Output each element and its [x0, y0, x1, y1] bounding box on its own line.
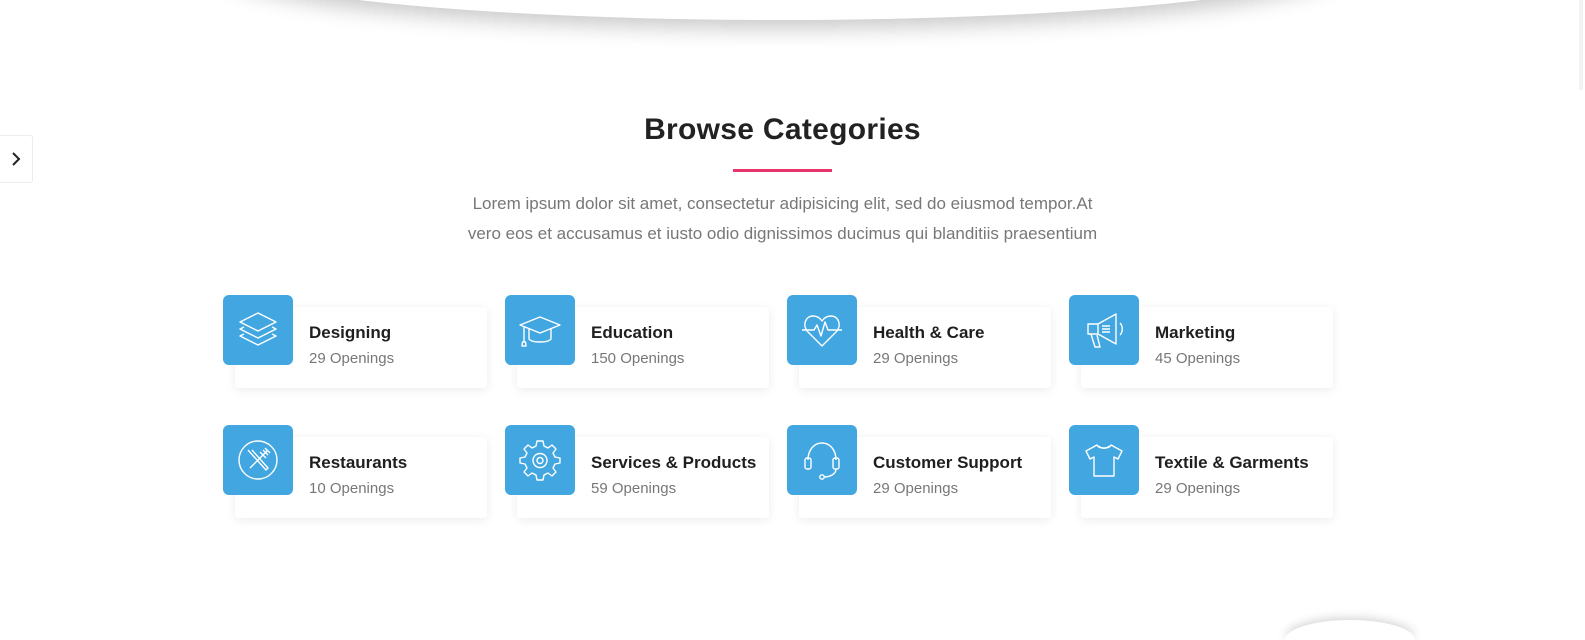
category-openings: 59 Openings [591, 480, 677, 497]
category-card-restaurants[interactable]: Restaurants 10 Openings [223, 425, 488, 523]
category-icon-box [505, 425, 575, 495]
category-title: Health & Care [873, 323, 985, 342]
heart-pulse-icon [802, 315, 842, 347]
category-openings: 150 Openings [591, 350, 685, 367]
header-bottom-shadow [215, 0, 1345, 20]
graduation-cap-icon [519, 316, 561, 347]
category-title: Marketing [1155, 323, 1236, 342]
category-card-health-care[interactable]: Health & Care 29 Openings [787, 295, 1052, 393]
category-openings: 45 Openings [1155, 350, 1241, 367]
category-card-services-products[interactable]: Services & Products 59 Openings [505, 425, 770, 523]
category-title: Education [591, 323, 674, 342]
category-card-designing[interactable]: Designing 29 Openings [223, 295, 488, 393]
category-card-education[interactable]: Education 150 Openings [505, 295, 770, 393]
chevron-right-icon [12, 152, 21, 166]
category-openings: 29 Openings [1155, 480, 1241, 497]
category-title: Customer Support [873, 453, 1023, 472]
category-card-customer-support[interactable]: Customer Support 29 Openings [787, 425, 1052, 523]
category-openings: 29 Openings [873, 350, 959, 367]
category-title: Services & Products [591, 453, 757, 472]
tshirt-icon [1085, 444, 1123, 477]
megaphone-icon [1087, 313, 1123, 348]
category-icon-box [505, 295, 575, 365]
category-icon-box [787, 295, 857, 365]
category-icon-box [1069, 425, 1139, 495]
gear-icon [519, 440, 561, 481]
category-icon-box [223, 425, 293, 495]
fork-knife-icon [238, 440, 278, 480]
section-description: Lorem ipsum dolor sit amet, consectetur … [0, 189, 1565, 249]
title-underline [733, 169, 832, 172]
category-openings: 10 Openings [309, 480, 395, 497]
category-title: Restaurants [309, 453, 408, 472]
category-title: Designing [309, 323, 392, 342]
section-title: Browse Categories [644, 113, 921, 146]
category-icon-box [787, 425, 857, 495]
category-card-marketing[interactable]: Marketing 45 Openings [1069, 295, 1334, 393]
category-openings: 29 Openings [873, 480, 959, 497]
scrollbar-thumb[interactable] [1579, 0, 1583, 90]
category-card-textile-garments[interactable]: Textile & Garments 29 Openings [1069, 425, 1334, 523]
headset-icon [804, 442, 840, 480]
layers-icon [239, 312, 277, 346]
footer-top-shadow [1285, 620, 1415, 640]
description-line-1: Lorem ipsum dolor sit amet, consectetur … [472, 194, 1093, 213]
category-openings: 29 Openings [309, 350, 395, 367]
category-icon-box [223, 295, 293, 365]
category-title: Textile & Garments [1155, 453, 1309, 472]
description-line-2: vero eos et accusamus et iusto odio dign… [467, 224, 1098, 243]
scrollbar[interactable] [1567, 0, 1585, 624]
category-icon-box [1069, 295, 1139, 365]
